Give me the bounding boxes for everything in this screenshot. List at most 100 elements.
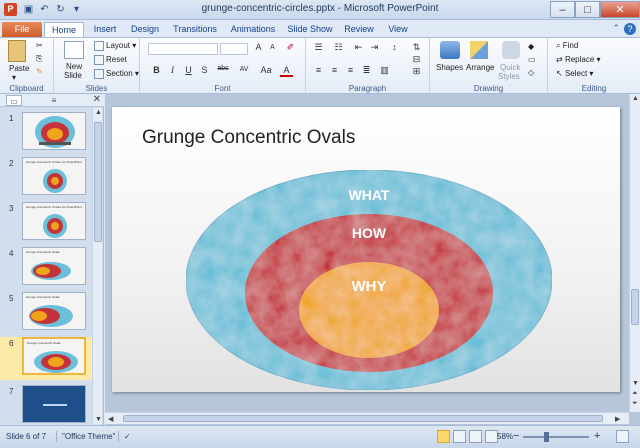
tab-slide-show[interactable]: Slide Show <box>286 22 334 37</box>
slide-thumbnail-2[interactable]: 2 Grunge Concentric Circles for PowerPoi… <box>0 157 92 200</box>
paste-button[interactable]: Paste <box>9 64 29 73</box>
slide-thumbnail-1[interactable]: 1 <box>0 112 92 155</box>
tab-review[interactable]: Review <box>342 22 376 37</box>
new-slide-icon[interactable] <box>64 41 84 59</box>
align-left-icon[interactable]: ≡ <box>312 65 325 75</box>
slide-thumbnail-3[interactable]: 3 Grunge Concentric Circles for PowerPoi… <box>0 202 92 245</box>
align-center-icon[interactable]: ≡ <box>328 65 341 75</box>
help-icon[interactable]: ? <box>624 23 636 35</box>
numbering-icon[interactable]: ☷ <box>332 42 345 53</box>
font-name-combo[interactable] <box>148 43 218 55</box>
arrange-button[interactable]: Arrange <box>466 63 494 72</box>
slide-thumbnail-6[interactable]: 6 Grunge Concentric Ovals <box>0 337 92 380</box>
scroll-up-icon[interactable]: ▲ <box>632 95 639 102</box>
format-painter-icon[interactable]: ✎ <box>36 67 43 76</box>
shadow-button[interactable]: S <box>198 65 211 75</box>
font-color-button[interactable]: A <box>280 65 293 77</box>
reading-view-icon[interactable] <box>469 430 482 443</box>
slide-thumbnail-7[interactable]: 7 <box>0 385 92 428</box>
text-direction-icon[interactable]: ⇅ <box>410 42 423 53</box>
fit-slide-icon[interactable] <box>616 430 629 443</box>
character-spacing-button[interactable]: AV <box>236 66 252 73</box>
tab-insert[interactable]: Insert <box>90 22 120 37</box>
zoom-in-button[interactable]: + <box>594 430 600 442</box>
outline-tab-icon[interactable]: ≡ <box>46 95 62 106</box>
minimize-button[interactable]: – <box>550 1 575 18</box>
next-slide-icon[interactable]: ⏷ <box>632 400 638 408</box>
thumbnail-scrollbar[interactable]: ▲ ▼ <box>92 108 102 424</box>
find-button[interactable]: ⌕ Find <box>556 41 578 51</box>
justify-icon[interactable]: ≣ <box>360 65 373 76</box>
quick-styles-icon[interactable] <box>502 41 520 59</box>
shrink-font-button[interactable]: A <box>266 44 279 51</box>
vertical-scroll-thumb[interactable] <box>631 289 639 325</box>
font-size-combo[interactable] <box>220 43 248 55</box>
align-right-icon[interactable]: ≡ <box>344 65 357 75</box>
bold-button[interactable]: B <box>150 65 163 75</box>
layout-button[interactable]: Layout ▾ <box>94 41 136 51</box>
quick-styles-button-line2[interactable]: Styles <box>498 72 520 81</box>
shape-outline-icon[interactable]: ▭ <box>528 55 536 64</box>
bullets-icon[interactable]: ☰ <box>312 42 325 53</box>
slide-title[interactable]: Grunge Concentric Ovals <box>142 127 355 149</box>
grow-font-button[interactable]: A <box>252 42 265 52</box>
scroll-left-icon[interactable]: ◀ <box>108 415 113 423</box>
replace-button[interactable]: ⇄ Replace ▾ <box>556 55 601 64</box>
cut-icon[interactable]: ✂ <box>36 41 43 50</box>
line-spacing-icon[interactable]: ↕ <box>388 42 401 52</box>
arrange-icon[interactable] <box>470 41 488 59</box>
normal-view-icon[interactable] <box>437 430 450 443</box>
slide-thumbnail-4[interactable]: 4 Grunge Concentric Ovals <box>0 247 92 290</box>
shape-fill-icon[interactable]: ◆ <box>528 42 534 51</box>
scroll-down-icon[interactable]: ▼ <box>95 416 102 423</box>
quick-styles-button[interactable]: Quick <box>500 63 520 72</box>
tab-view[interactable]: View <box>384 22 412 37</box>
change-case-button[interactable]: Aa <box>258 65 274 75</box>
columns-icon[interactable]: ▥ <box>378 65 391 76</box>
close-button[interactable]: ✕ <box>600 1 640 18</box>
previous-slide-icon[interactable]: ⏶ <box>632 390 638 398</box>
slide-sorter-view-icon[interactable] <box>453 430 466 443</box>
strikethrough-button[interactable]: abc <box>214 65 232 72</box>
align-text-icon[interactable]: ⊟ <box>410 54 423 65</box>
scroll-down-icon[interactable]: ▼ <box>632 380 639 387</box>
copy-icon[interactable]: ⎘ <box>36 54 42 64</box>
tab-transitions[interactable]: Transitions <box>170 22 220 37</box>
tab-home[interactable]: Home <box>44 22 84 37</box>
section-button[interactable]: Section ▾ <box>94 69 139 79</box>
vertical-scrollbar[interactable]: ▲ ▼ ⏶ ⏷ <box>629 94 640 412</box>
shapes-button[interactable]: Shapes <box>436 63 463 72</box>
scroll-right-icon[interactable]: ▶ <box>615 415 620 423</box>
zoom-percent[interactable]: 58% <box>497 432 513 441</box>
decrease-indent-icon[interactable]: ⇤ <box>352 42 365 53</box>
slides-tab-icon[interactable]: ▭ <box>6 95 22 106</box>
smartart-icon[interactable]: ⊞ <box>410 66 423 77</box>
paste-icon[interactable] <box>8 40 26 62</box>
reset-button[interactable]: Reset <box>94 55 127 65</box>
theme-name[interactable]: "Office Theme" <box>62 432 115 441</box>
tab-animations[interactable]: Animations <box>228 22 278 37</box>
minimize-ribbon-icon[interactable]: ⌃ <box>612 23 620 34</box>
shape-effects-icon[interactable]: ◇ <box>528 68 534 77</box>
new-slide-button[interactable]: New <box>66 62 82 71</box>
concentric-ovals-diagram[interactable]: WHAT HOW WHY <box>184 165 554 391</box>
maximize-button[interactable]: □ <box>575 1 600 18</box>
panel-close-icon[interactable]: ✕ <box>93 94 101 105</box>
scroll-up-icon[interactable]: ▲ <box>95 109 102 116</box>
zoom-slider-track[interactable] <box>523 436 589 438</box>
slide-thumbnail-5[interactable]: 5 Grunge Concentric Ovals <box>0 292 92 335</box>
increase-indent-icon[interactable]: ⇥ <box>368 42 381 53</box>
clear-formatting-icon[interactable]: ✐ <box>284 42 297 53</box>
slide-canvas[interactable]: Grunge Concentric Ovals WHAT HOW WHY <box>112 107 620 392</box>
horizontal-scrollbar[interactable]: ◀ ▶ <box>105 412 629 424</box>
shapes-icon[interactable] <box>440 41 460 59</box>
inner-oval[interactable] <box>299 262 439 358</box>
zoom-out-button[interactable]: − <box>513 430 519 442</box>
horizontal-scroll-thumb[interactable] <box>123 415 603 422</box>
paste-dropdown-icon[interactable]: ▾ <box>12 73 16 82</box>
zoom-slider-thumb[interactable] <box>544 432 549 442</box>
spellcheck-icon[interactable]: ✓ <box>124 432 131 441</box>
tab-design[interactable]: Design <box>128 22 162 37</box>
select-button[interactable]: ↖ Select ▾ <box>556 69 593 78</box>
thumbnail-scroll-thumb[interactable] <box>94 122 102 242</box>
